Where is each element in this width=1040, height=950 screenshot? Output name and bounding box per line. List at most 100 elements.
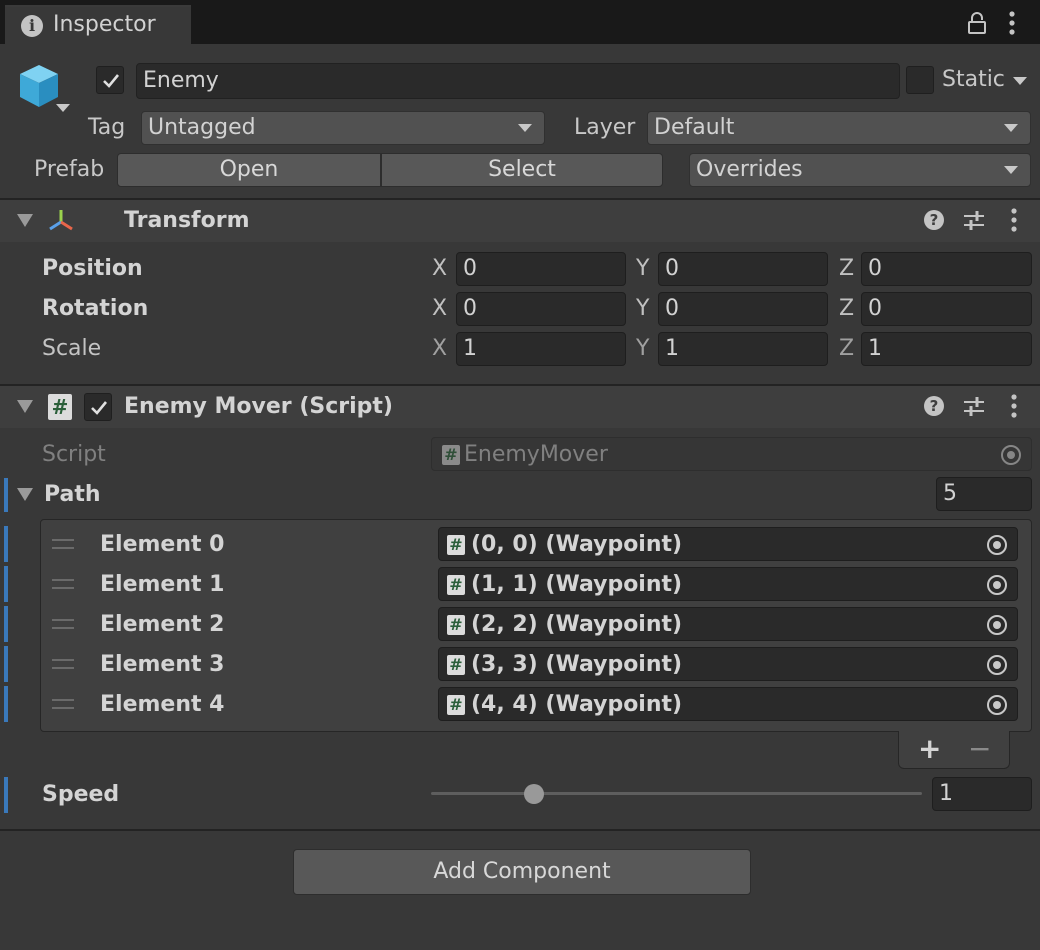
- help-icon[interactable]: ?: [924, 210, 944, 230]
- preset-sliders-icon[interactable]: [962, 208, 986, 232]
- axis-x-label: X: [432, 256, 448, 281]
- overrides-label: Overrides: [696, 157, 803, 182]
- kebab-menu-icon[interactable]: [1008, 207, 1020, 233]
- script-value: EnemyMover: [464, 442, 608, 467]
- element-0-field[interactable]: # (0, 0) (Waypoint): [438, 527, 1018, 561]
- divider: [0, 829, 1040, 831]
- element-value: (3, 3) (Waypoint): [471, 652, 683, 677]
- axis-z-label: Z: [839, 296, 855, 321]
- element-3-field[interactable]: # (3, 3) (Waypoint): [438, 647, 1018, 681]
- speed-label: Speed: [42, 782, 120, 807]
- position-y-field[interactable]: 0: [658, 252, 828, 286]
- modified-indicator: [4, 686, 8, 722]
- foldout-arrow-icon[interactable]: [17, 214, 33, 227]
- speed-slider-thumb[interactable]: [524, 784, 545, 804]
- modified-indicator: [4, 777, 8, 813]
- speed-field[interactable]: 1: [932, 777, 1032, 811]
- scale-label: Scale: [42, 336, 102, 361]
- element-2-field[interactable]: # (2, 2) (Waypoint): [438, 607, 1018, 641]
- script-icon: #: [447, 575, 465, 595]
- script-icon: #: [447, 615, 465, 635]
- modified-indicator: [4, 526, 8, 562]
- active-checkbox[interactable]: [96, 66, 124, 94]
- script-label: Script: [42, 442, 106, 467]
- remove-element-button[interactable]: −: [968, 732, 991, 765]
- static-dropdown-icon[interactable]: [1013, 77, 1027, 85]
- chevron-down-icon[interactable]: [56, 104, 70, 112]
- kebab-menu-icon[interactable]: [1006, 10, 1018, 36]
- object-picker-icon: [1001, 445, 1021, 465]
- static-checkbox[interactable]: [906, 66, 934, 94]
- preset-sliders-icon[interactable]: [962, 394, 986, 418]
- list-footer: [898, 731, 1010, 769]
- lock-icon[interactable]: [966, 12, 988, 34]
- script-field: # EnemyMover: [431, 437, 1032, 471]
- element-value: (0, 0) (Waypoint): [471, 532, 683, 557]
- prefab-open-button[interactable]: Open: [117, 153, 381, 187]
- position-x-field[interactable]: 0: [456, 252, 626, 286]
- modified-indicator: [4, 566, 8, 602]
- chevron-down-icon: [1004, 124, 1018, 132]
- component-enabled-checkbox[interactable]: [84, 393, 112, 421]
- object-picker-icon[interactable]: [987, 655, 1007, 675]
- element-1-field[interactable]: # (1, 1) (Waypoint): [438, 567, 1018, 601]
- scale-z-field[interactable]: 1: [861, 332, 1032, 366]
- path-label: Path: [44, 482, 101, 507]
- element-label: Element 2: [100, 612, 225, 637]
- drag-handle-icon[interactable]: [52, 539, 74, 549]
- rotation-x-field[interactable]: 0: [456, 292, 626, 326]
- component-title: Enemy Mover (Script): [124, 394, 393, 419]
- kebab-menu-icon[interactable]: [1008, 393, 1020, 419]
- element-4-field[interactable]: # (4, 4) (Waypoint): [438, 687, 1018, 721]
- info-icon: i: [21, 15, 43, 37]
- component-title: Transform: [124, 208, 250, 233]
- tag-label: Tag: [88, 115, 126, 140]
- modified-indicator: [4, 606, 8, 642]
- element-value: (1, 1) (Waypoint): [471, 572, 683, 597]
- tab-inspector[interactable]: i Inspector: [5, 5, 191, 44]
- modified-indicator: [4, 478, 8, 512]
- object-picker-icon[interactable]: [987, 695, 1007, 715]
- drag-handle-icon[interactable]: [52, 659, 74, 669]
- rotation-z-field[interactable]: 0: [861, 292, 1032, 326]
- object-picker-icon[interactable]: [987, 615, 1007, 635]
- tab-title: Inspector: [53, 12, 156, 37]
- layer-label: Layer: [574, 115, 636, 140]
- cube-icon: [20, 65, 58, 107]
- add-element-button[interactable]: +: [918, 732, 941, 765]
- prefab-overrides-dropdown[interactable]: Overrides: [689, 153, 1031, 187]
- object-picker-icon[interactable]: [987, 535, 1007, 555]
- drag-handle-icon[interactable]: [52, 699, 74, 709]
- script-icon: #: [447, 535, 465, 555]
- prefab-label: Prefab: [34, 157, 105, 182]
- checkmark-icon: [91, 401, 108, 415]
- tag-value: Untagged: [148, 115, 256, 140]
- foldout-arrow-icon[interactable]: [17, 400, 33, 413]
- drag-handle-icon[interactable]: [52, 579, 74, 589]
- layer-value: Default: [654, 115, 735, 140]
- prefab-select-button[interactable]: Select: [381, 153, 663, 187]
- path-size-field[interactable]: 5: [936, 477, 1032, 511]
- scale-x-field[interactable]: 1: [456, 332, 626, 366]
- axis-y-label: Y: [636, 256, 650, 281]
- transform-axes-icon: [49, 210, 73, 231]
- script-icon: #: [48, 394, 72, 420]
- drag-handle-icon[interactable]: [52, 619, 74, 629]
- modified-indicator: [4, 646, 8, 682]
- axis-y-label: Y: [636, 296, 650, 321]
- speed-slider-track[interactable]: [431, 792, 922, 795]
- help-icon[interactable]: ?: [924, 396, 944, 416]
- position-z-field[interactable]: 0: [861, 252, 1032, 286]
- static-label: Static: [942, 67, 1005, 92]
- tag-dropdown[interactable]: Untagged: [141, 111, 545, 145]
- add-component-button[interactable]: Add Component: [293, 849, 751, 895]
- element-label: Element 0: [100, 532, 225, 557]
- foldout-arrow-icon[interactable]: [17, 488, 33, 501]
- name-field[interactable]: Enemy: [136, 63, 900, 99]
- rotation-y-field[interactable]: 0: [658, 292, 828, 326]
- scale-y-field[interactable]: 1: [658, 332, 828, 366]
- axis-z-label: Z: [839, 256, 855, 281]
- axis-z-label: Z: [839, 336, 855, 361]
- object-picker-icon[interactable]: [987, 575, 1007, 595]
- layer-dropdown[interactable]: Default: [647, 111, 1031, 145]
